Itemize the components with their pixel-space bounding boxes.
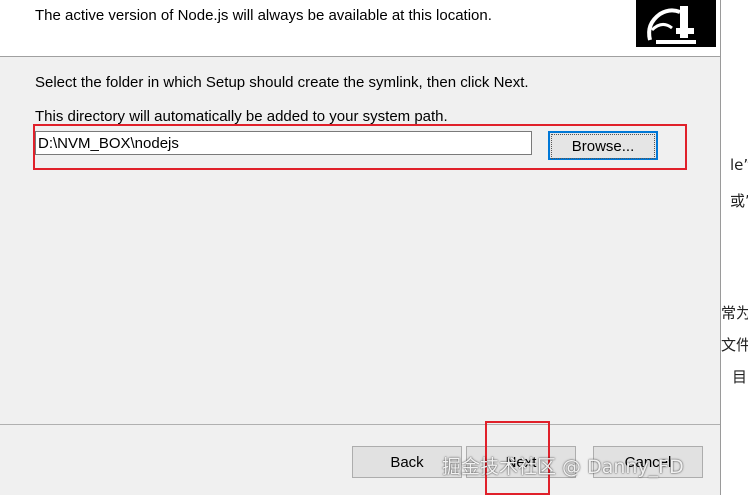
browse-button[interactable]: Browse... — [548, 131, 658, 160]
background-doc-text: 或”。 — [730, 192, 748, 210]
back-button[interactable]: Back — [352, 446, 462, 478]
next-button[interactable]: Next — [466, 446, 576, 478]
wizard-header: The active version of Node.js will alway… — [0, 0, 720, 57]
header-description: The active version of Node.js will alway… — [35, 7, 492, 24]
background-doc-text: le”, — [730, 156, 748, 174]
setup-window: The active version of Node.js will alway… — [0, 0, 721, 495]
background-doc-text: 目 — [732, 368, 748, 386]
system-path-note: This directory will automatically be add… — [35, 108, 448, 125]
symlink-path-input[interactable] — [35, 131, 532, 155]
cancel-button[interactable]: Cancel — [593, 446, 703, 478]
instruction-text: Select the folder in which Setup should … — [35, 74, 529, 91]
nvm-logo-icon — [636, 0, 716, 47]
background-doc-text: 常为 — [721, 304, 748, 322]
footer-divider — [0, 424, 720, 425]
browse-button-label: Browse... — [551, 134, 655, 159]
background-doc-text: 文件 — [721, 336, 748, 354]
